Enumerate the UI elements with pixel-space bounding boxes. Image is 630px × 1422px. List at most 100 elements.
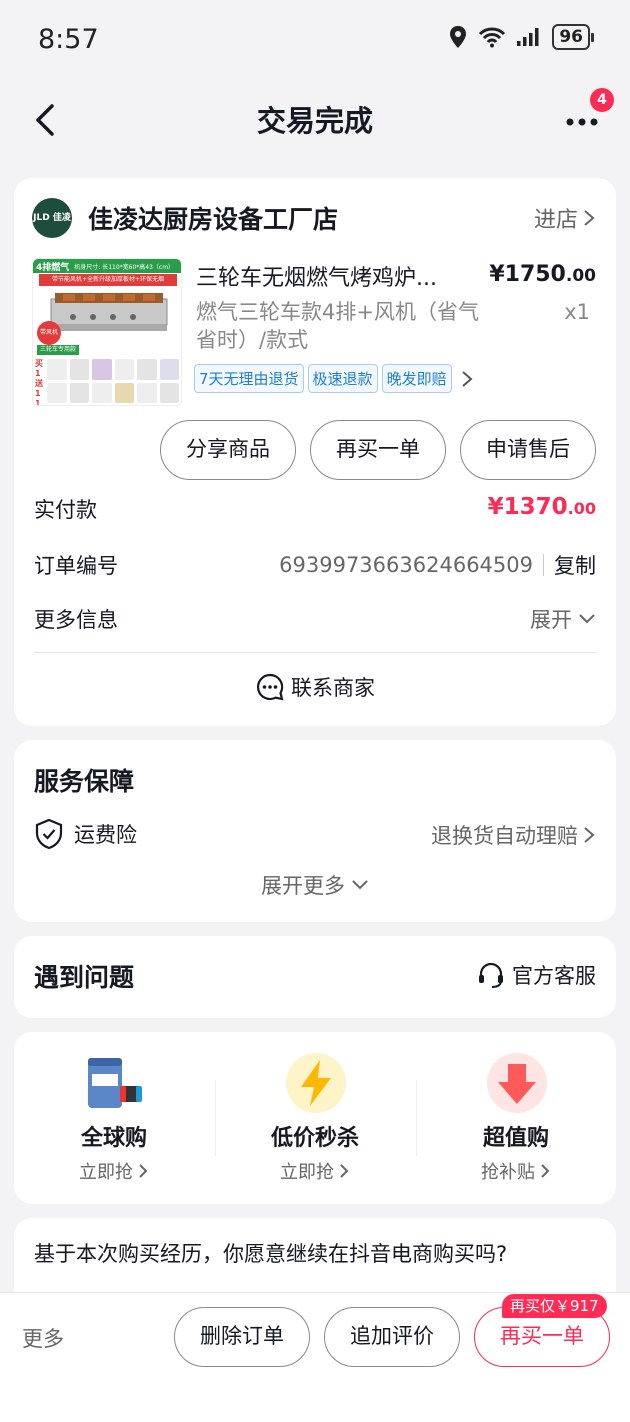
product-image-dims: 机身尺寸: 长110*宽60*高43（cm） xyxy=(74,264,175,271)
copy-order-id-button[interactable]: 复制 xyxy=(554,550,596,580)
official-support-button[interactable]: 官方客服 xyxy=(476,960,596,990)
service-card: 服务保障 运费险 退换货自动理赔 展开更多 xyxy=(14,740,616,922)
contact-seller-label: 联系商家 xyxy=(291,676,375,700)
product-image-side: 买1送11 xyxy=(35,359,43,406)
promo-sub-label: 抢补贴 xyxy=(481,1162,535,1183)
tag-fast-refund: 极速退款 xyxy=(307,364,378,393)
grill-illustration xyxy=(43,289,173,339)
promo-title: 超值购 xyxy=(482,1126,549,1151)
chevron-down-icon xyxy=(352,880,368,890)
survey-question: 基于本次购买经历，你愿意继续在抖音电商购买吗? xyxy=(34,1242,508,1266)
order-id-row: 订单编号 6939973663624664509 复制 xyxy=(34,546,596,582)
down-arrow-icon xyxy=(486,1052,548,1114)
location-icon xyxy=(448,25,468,49)
add-review-button[interactable]: 追加评价 xyxy=(324,1307,460,1367)
accessories-grid xyxy=(47,359,179,403)
product-price-main: ¥1750 xyxy=(489,262,566,287)
rebuy-button[interactable]: 再买一单 xyxy=(310,420,446,480)
chevron-right-icon xyxy=(139,1164,148,1178)
order-action-buttons: 分享商品 再买一单 申请售后 xyxy=(160,420,596,480)
milk-powder-icon xyxy=(84,1052,146,1114)
order-id-value: 6939973663624664509 xyxy=(279,553,533,577)
product-price: ¥1750.00 xyxy=(489,262,596,287)
chat-bubble-icon xyxy=(257,673,284,701)
paid-amount-label: 实付款 xyxy=(34,498,97,522)
product-image-label: 4排燃气 xyxy=(36,263,70,273)
promo-sub-label: 立即抢 xyxy=(79,1162,133,1183)
product-image[interactable]: 4排燃气 机身尺寸: 长110*宽60*高43（cm） 带节能风机+全新升级加厚… xyxy=(32,258,182,406)
share-product-button[interactable]: 分享商品 xyxy=(160,420,296,480)
page-title: 交易完成 xyxy=(256,104,373,138)
promo-sub: 抢补贴 xyxy=(416,1158,616,1184)
expand-label: 展开 xyxy=(530,608,572,632)
promo-global-buy[interactable]: 全球购 立即抢 xyxy=(14,1032,214,1202)
after-sale-button[interactable]: 申请售后 xyxy=(460,420,596,480)
product-spec: 燃气三轮车款4排+风机（省气省时）/款式 xyxy=(196,300,479,352)
enter-shop-label: 进店 xyxy=(533,208,578,233)
notification-badge: 4 xyxy=(590,88,614,112)
product-title[interactable]: 三轮车无烟燃气烤鸡炉... xyxy=(196,260,486,292)
promo-card: 全球购 立即抢 低价秒杀 立即抢 超值购 抢补贴 xyxy=(14,1032,616,1204)
contact-seller-button[interactable]: 联系商家 xyxy=(14,672,616,702)
promo-title: 低价秒杀 xyxy=(270,1126,359,1151)
shipping-insurance-desc-text: 退换货自动理赔 xyxy=(431,824,578,848)
paid-amount-main: ¥1370 xyxy=(487,494,568,520)
status-time: 8:57 xyxy=(38,24,99,55)
signal-icon xyxy=(516,27,542,47)
shipping-insurance: 运费险 xyxy=(34,818,137,850)
shield-check-icon xyxy=(35,818,63,850)
lightning-icon xyxy=(285,1052,347,1114)
rebuy-price-badge: 再买仅￥917 xyxy=(502,1294,607,1318)
shipping-insurance-row[interactable]: 运费险 退换货自动理赔 xyxy=(34,814,596,854)
shipping-insurance-label: 运费险 xyxy=(74,823,137,847)
product-image-tag: 三轮车专用款 xyxy=(37,345,80,355)
paid-amount-decimal: .00 xyxy=(567,499,596,518)
product-image-fan: 带风机 xyxy=(37,321,61,345)
product-price-decimal: .00 xyxy=(565,266,596,286)
problem-title: 遇到问题 xyxy=(34,963,135,992)
status-icons: 96 xyxy=(448,24,594,50)
chevron-right-icon xyxy=(461,370,473,387)
promo-sub: 立即抢 xyxy=(215,1158,415,1184)
wifi-icon xyxy=(478,26,506,48)
expand-more-label: 展开更多 xyxy=(261,874,345,898)
divider xyxy=(543,554,544,576)
chevron-down-icon xyxy=(579,614,595,624)
battery-indicator: 96 xyxy=(552,24,594,50)
product-image-sub: 带节能风机+全新升级加厚板材+环保无烟 xyxy=(39,274,177,286)
chevron-right-icon xyxy=(340,1164,349,1178)
product-quantity: x1 xyxy=(564,300,590,324)
promo-flash-sale[interactable]: 低价秒杀 立即抢 xyxy=(215,1032,415,1202)
enter-shop-link[interactable]: 进店 xyxy=(534,202,596,234)
paid-amount-value: ¥1370.00 xyxy=(488,494,596,520)
chevron-right-icon xyxy=(584,210,595,226)
paid-amount-row: 实付款 ¥1370.00 xyxy=(34,490,596,526)
tag-7day-return: 7天无理由退货 xyxy=(194,364,304,393)
service-title: 服务保障 xyxy=(34,767,135,796)
order-id-value-group: 6939973663624664509 复制 xyxy=(279,550,596,580)
expand-more-button[interactable]: 展开更多 xyxy=(14,870,616,900)
chevron-right-icon xyxy=(584,827,595,843)
shipping-insurance-desc: 退换货自动理赔 xyxy=(431,820,596,850)
more-info-row[interactable]: 更多信息 展开 xyxy=(34,600,596,636)
order-card: JLD 佳凌达 佳凌达厨房设备工厂店 进店 4排燃气 机身尺寸: 长110*宽6… xyxy=(14,178,616,726)
tag-late-compensation: 晚发即赔 xyxy=(381,364,452,393)
shop-header[interactable]: JLD 佳凌达 佳凌达厨房设备工厂店 进店 xyxy=(32,196,596,263)
more-info-label: 更多信息 xyxy=(34,608,118,632)
problem-card: 遇到问题 官方客服 xyxy=(14,936,616,1018)
shop-logo: JLD 佳凌达 xyxy=(32,198,72,263)
promo-sub: 立即抢 xyxy=(14,1158,214,1184)
official-support-label: 官方客服 xyxy=(512,964,596,988)
expand-toggle[interactable]: 展开 xyxy=(530,604,596,634)
delete-order-button[interactable]: 删除订单 xyxy=(174,1307,310,1367)
more-actions-link[interactable]: 更多 xyxy=(22,1323,64,1353)
service-tags[interactable]: 7天无理由退货 极速退款 晚发即赔 xyxy=(194,364,474,393)
promo-value-buy[interactable]: 超值购 抢补贴 xyxy=(416,1032,616,1202)
nav-bar: 交易完成 4 xyxy=(0,80,630,160)
status-bar: 8:57 96 xyxy=(0,0,630,80)
order-id-label: 订单编号 xyxy=(34,554,118,578)
divider xyxy=(34,652,596,653)
shop-name[interactable]: 佳凌达厨房设备工厂店 xyxy=(88,200,338,236)
headset-icon xyxy=(479,962,503,988)
promo-title: 全球购 xyxy=(80,1126,147,1151)
